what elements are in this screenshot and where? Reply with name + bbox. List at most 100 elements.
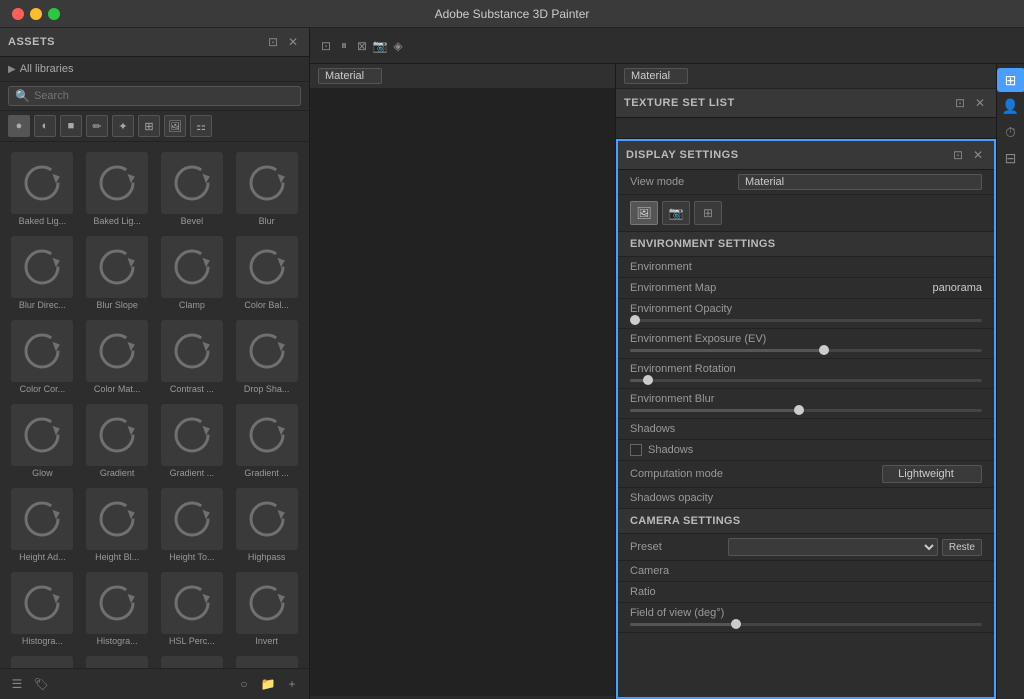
fov-track <box>630 623 736 626</box>
asset-item[interactable]: Histogra... <box>81 568 154 650</box>
asset-thumbnail <box>236 320 298 382</box>
panel-close-button[interactable]: ✕ <box>285 34 301 50</box>
footer-folder-icon[interactable]: 📁 <box>259 675 277 693</box>
texture-close-button[interactable]: ✕ <box>972 95 988 111</box>
shadows-checkbox-row: Shadows <box>618 440 994 461</box>
toolbar-btn-camera[interactable]: 📷 <box>372 38 388 54</box>
ds-tab-video[interactable]: 📷 <box>662 201 690 225</box>
all-libraries-label[interactable]: All libraries <box>20 63 74 75</box>
footer-circle-icon[interactable]: ○ <box>235 675 253 693</box>
asset-item[interactable]: Height To... <box>156 484 229 566</box>
asset-item[interactable]: MatFinish... <box>81 652 154 668</box>
asset-item[interactable]: Blur Slope <box>81 232 154 314</box>
asset-item[interactable]: Blur Direc... <box>6 232 79 314</box>
env-opacity-thumb[interactable] <box>630 315 640 325</box>
filter-mesh-icon[interactable]: ⊞ <box>138 115 160 137</box>
filter-square-icon[interactable]: ■ <box>60 115 82 137</box>
computation-value[interactable]: Lightweight <box>882 465 982 483</box>
asset-thumbnail <box>161 404 223 466</box>
asset-item[interactable]: Height Ad... <box>6 484 79 566</box>
panel-expand-button[interactable]: ⊡ <box>265 34 281 50</box>
ds-tab-settings[interactable]: ⊞ <box>694 201 722 225</box>
toolbar-btn-5[interactable]: ◈ <box>390 38 406 54</box>
ds-expand-button[interactable]: ⊡ <box>950 147 966 163</box>
close-button[interactable] <box>12 8 24 20</box>
view-mode-row: View mode Material <box>618 170 994 195</box>
env-opacity-row: Environment Opacity <box>618 299 994 329</box>
window-controls[interactable] <box>12 8 60 20</box>
asset-item[interactable]: Bevel <box>156 148 229 230</box>
env-blur-thumb[interactable] <box>794 405 804 415</box>
fov-slider[interactable] <box>630 623 982 626</box>
tool-btn-user[interactable]: 👤 <box>999 94 1023 118</box>
asset-thumbnail <box>161 320 223 382</box>
tool-btn-layers[interactable]: ⊟ <box>999 146 1023 170</box>
asset-item[interactable]: Height Bl... <box>81 484 154 566</box>
tool-btn-history[interactable]: ⏱ <box>999 120 1023 144</box>
asset-item[interactable]: Gradient ... <box>156 400 229 482</box>
filter-pencil-icon[interactable]: ✏ <box>86 115 108 137</box>
shadows-checkbox[interactable] <box>630 444 642 456</box>
asset-item[interactable]: Gradient ... <box>230 400 303 482</box>
asset-item[interactable]: Histogra... <box>6 568 79 650</box>
asset-item[interactable]: Gradient <box>81 400 154 482</box>
asset-item[interactable]: Blur <box>230 148 303 230</box>
footer-tag-icon[interactable]: 🏷 <box>32 675 50 693</box>
assets-panel-header: ASSETS ⊡ ✕ <box>0 28 309 57</box>
asset-label: Highpass <box>234 552 300 562</box>
right-viewport-select[interactable]: Material <box>624 68 688 84</box>
asset-item[interactable]: Baked Lig... <box>6 148 79 230</box>
search-input[interactable] <box>34 90 294 102</box>
toolbar-btn-1[interactable]: ⊡ <box>318 38 334 54</box>
asset-item[interactable]: Highpass <box>230 484 303 566</box>
filter-image-icon[interactable]: 🖼 <box>164 115 186 137</box>
preset-label: Preset <box>630 541 728 553</box>
preset-reset-button[interactable]: Reste <box>942 539 982 556</box>
asset-item[interactable]: Color Bal... <box>230 232 303 314</box>
asset-thumbnail <box>236 404 298 466</box>
asset-item[interactable]: Contrast ... <box>156 316 229 398</box>
filter-halfcircle-icon[interactable]: ◐ <box>34 115 56 137</box>
toolbar-btn-pause[interactable]: ⏸ <box>336 38 352 54</box>
env-rotation-slider[interactable] <box>630 379 982 382</box>
asset-item[interactable]: Clamp <box>156 232 229 314</box>
env-blur-slider[interactable] <box>630 409 982 412</box>
env-exposure-thumb[interactable] <box>819 345 829 355</box>
asset-item[interactable]: HSL Perc... <box>156 568 229 650</box>
env-blur-track <box>630 409 799 412</box>
left-viewport-select[interactable]: Material <box>318 68 382 84</box>
asset-item[interactable]: Glow <box>6 400 79 482</box>
asset-item[interactable]: Drop Sha... <box>230 316 303 398</box>
filter-star-icon[interactable]: ✦ <box>112 115 134 137</box>
view-mode-select[interactable]: Material <box>738 174 982 190</box>
asset-item[interactable]: MatFinish... <box>230 652 303 668</box>
asset-label: Height Ad... <box>9 552 75 562</box>
asset-item[interactable]: Color Cor... <box>6 316 79 398</box>
right-toolbar: ⊞ 👤 ⏱ ⊟ <box>996 64 1024 699</box>
env-opacity-slider[interactable] <box>630 319 982 322</box>
footer-list-icon[interactable]: ☰ <box>8 675 26 693</box>
filter-circle-icon[interactable]: ● <box>8 115 30 137</box>
ds-tab-image[interactable]: 🖼 <box>630 201 658 225</box>
asset-item[interactable]: Mask Out... <box>6 652 79 668</box>
asset-label: Height Bl... <box>84 552 150 562</box>
texture-expand-button[interactable]: ⊡ <box>952 95 968 111</box>
filter-grid-icon[interactable]: ⚏ <box>190 115 212 137</box>
asset-thumbnail <box>161 572 223 634</box>
asset-item[interactable]: Baked Lig... <box>81 148 154 230</box>
minimize-button[interactable] <box>30 8 42 20</box>
ds-close-button[interactable]: ✕ <box>970 147 986 163</box>
asset-thumbnail <box>86 152 148 214</box>
maximize-button[interactable] <box>48 8 60 20</box>
footer-add-icon[interactable]: + <box>283 675 301 693</box>
fov-thumb[interactable] <box>731 619 741 629</box>
asset-label: Blur Direc... <box>9 300 75 310</box>
env-exposure-slider[interactable] <box>630 349 982 352</box>
env-rotation-thumb[interactable] <box>643 375 653 385</box>
preset-select[interactable] <box>728 538 938 556</box>
asset-item[interactable]: MatFinish... <box>156 652 229 668</box>
tool-btn-display[interactable]: ⊞ <box>997 68 1024 92</box>
toolbar-btn-3[interactable]: ⊠ <box>354 38 370 54</box>
asset-item[interactable]: Invert <box>230 568 303 650</box>
asset-item[interactable]: Color Mat... <box>81 316 154 398</box>
